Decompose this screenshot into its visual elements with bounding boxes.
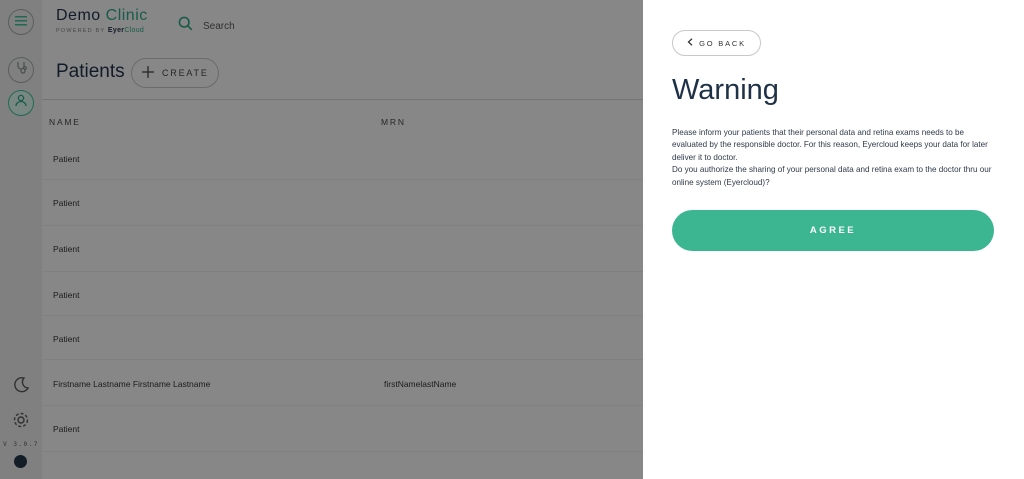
warning-panel: GO BACK Warning Please inform your patie… bbox=[643, 0, 1024, 479]
modal-backdrop[interactable] bbox=[0, 0, 643, 479]
warning-message: Please inform your patients that their p… bbox=[672, 127, 997, 189]
warning-paragraph: Please inform your patients that their p… bbox=[672, 128, 988, 162]
chevron-left-icon bbox=[687, 38, 693, 48]
go-back-label: GO BACK bbox=[699, 38, 746, 48]
agree-button[interactable]: AGREE bbox=[672, 210, 994, 251]
warning-title: Warning bbox=[672, 74, 779, 106]
go-back-button[interactable]: GO BACK bbox=[672, 30, 761, 56]
warning-question: Do you authorize the sharing of your per… bbox=[672, 165, 992, 187]
